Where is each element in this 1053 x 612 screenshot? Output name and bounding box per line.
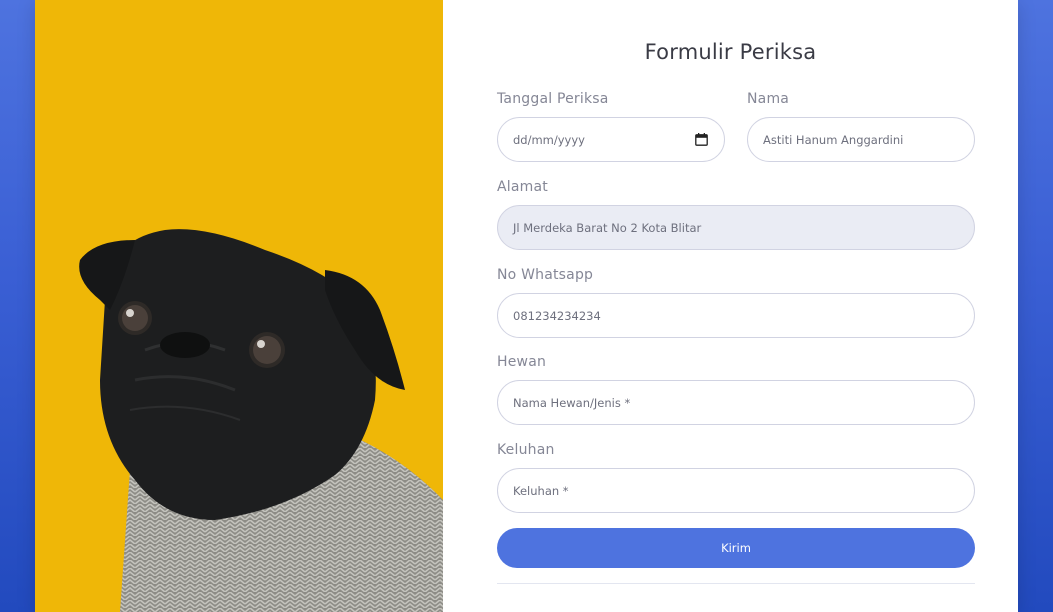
keluhan-label: Keluhan (497, 442, 555, 458)
alamat-value: Jl Merdeka Barat No 2 Kota Blitar (513, 220, 702, 235)
tanggal-date-input[interactable]: dd/mm/yyyy (497, 117, 725, 162)
divider (497, 583, 975, 584)
calendar-icon[interactable] (695, 133, 708, 146)
pug-photo (35, 0, 443, 612)
nama-input[interactable]: Astiti Hanum Anggardini (747, 117, 975, 162)
hewan-placeholder: Nama Hewan/Jenis * (513, 395, 631, 410)
exam-form: Formulir Periksa Tanggal Periksa dd/mm/y… (443, 0, 1018, 612)
kirim-button[interactable]: Kirim (497, 528, 975, 568)
hewan-input[interactable]: Nama Hewan/Jenis * (497, 380, 975, 425)
tanggal-value: dd/mm/yyyy (513, 132, 585, 147)
whatsapp-label: No Whatsapp (497, 267, 594, 283)
hewan-label: Hewan (497, 354, 547, 370)
whatsapp-value: 081234234234 (513, 308, 601, 323)
nama-value: Astiti Hanum Anggardini (763, 132, 904, 147)
alamat-label: Alamat (497, 179, 548, 195)
form-title: Formulir Periksa (644, 40, 817, 64)
whatsapp-input[interactable]: 081234234234 (497, 293, 975, 338)
tanggal-label: Tanggal Periksa (497, 91, 609, 107)
form-card: Formulir Periksa Tanggal Periksa dd/mm/y… (35, 0, 1018, 612)
keluhan-input[interactable]: Keluhan * (497, 468, 975, 513)
nama-label: Nama (747, 91, 790, 107)
keluhan-placeholder: Keluhan * (513, 483, 569, 498)
alamat-input[interactable]: Jl Merdeka Barat No 2 Kota Blitar (497, 205, 975, 250)
pug-illustration (79, 229, 443, 612)
